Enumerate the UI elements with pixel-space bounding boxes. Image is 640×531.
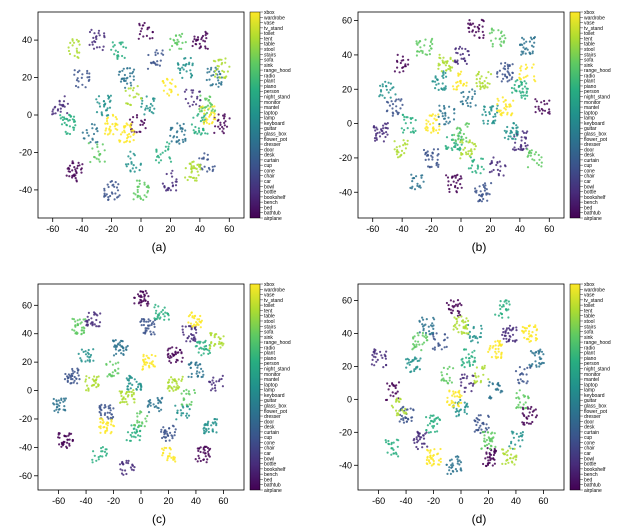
caption-a: (a): [4, 240, 314, 254]
scatter-c: -60-40-200204060-60-40-200204060xboxward…: [4, 276, 314, 512]
svg-text:40: 40: [342, 328, 352, 338]
svg-text:-40: -40: [339, 460, 352, 470]
svg-text:40: 40: [342, 50, 352, 60]
svg-text:20: 20: [22, 73, 32, 83]
svg-text:20: 20: [163, 496, 173, 506]
caption-d: (d): [324, 512, 634, 526]
svg-text:20: 20: [22, 357, 32, 367]
svg-text:40: 40: [515, 224, 525, 234]
panel-c: -60-40-200204060-60-40-200204060xboxward…: [4, 276, 314, 526]
svg-text:0: 0: [27, 110, 32, 120]
svg-text:-60: -60: [372, 496, 385, 506]
svg-text:-20: -20: [427, 496, 440, 506]
svg-text:-40: -40: [339, 187, 352, 197]
caption-c: (c): [4, 512, 314, 526]
panel-d: -60-40-200204060-40-200204060xboxwardrob…: [324, 276, 634, 526]
svg-text:-40: -40: [80, 496, 93, 506]
svg-text:40: 40: [22, 329, 32, 339]
svg-text:20: 20: [165, 224, 175, 234]
svg-text:-20: -20: [105, 224, 118, 234]
svg-text:-20: -20: [107, 496, 120, 506]
svg-text:0: 0: [347, 394, 352, 404]
svg-text:0: 0: [138, 224, 143, 234]
caption-b: (b): [324, 240, 634, 254]
svg-text:0: 0: [27, 386, 32, 396]
svg-text:0: 0: [347, 119, 352, 129]
svg-text:20: 20: [485, 224, 495, 234]
svg-text:20: 20: [342, 84, 352, 94]
svg-text:airplane: airplane: [264, 216, 282, 222]
svg-text:-40: -40: [19, 442, 32, 452]
svg-text:-40: -40: [396, 224, 409, 234]
svg-text:airplane: airplane: [264, 488, 282, 494]
svg-text:-60: -60: [366, 224, 379, 234]
svg-text:-60: -60: [46, 224, 59, 234]
svg-text:0: 0: [138, 496, 143, 506]
scatter-b: -60-40-200204060-40-200204060xboxwardrob…: [324, 4, 634, 240]
svg-text:60: 60: [224, 224, 234, 234]
svg-text:-40: -40: [76, 224, 89, 234]
svg-text:20: 20: [483, 496, 493, 506]
svg-text:60: 60: [538, 496, 548, 506]
scatter-a: -60-40-200204060-40-2002040xboxwardrobev…: [4, 4, 314, 240]
svg-text:60: 60: [342, 16, 352, 26]
svg-text:0: 0: [458, 496, 463, 506]
svg-text:60: 60: [342, 295, 352, 305]
svg-text:airplane: airplane: [584, 488, 602, 494]
svg-text:40: 40: [22, 35, 32, 45]
svg-text:20: 20: [342, 361, 352, 371]
svg-text:40: 40: [511, 496, 521, 506]
panel-b: -60-40-200204060-40-200204060xboxwardrob…: [324, 4, 634, 254]
svg-text:-20: -20: [19, 147, 32, 157]
svg-text:60: 60: [544, 224, 554, 234]
svg-text:-60: -60: [52, 496, 65, 506]
svg-text:60: 60: [22, 300, 32, 310]
svg-text:airplane: airplane: [584, 216, 602, 222]
svg-text:-20: -20: [425, 224, 438, 234]
svg-text:-20: -20: [339, 153, 352, 163]
svg-text:0: 0: [458, 224, 463, 234]
svg-text:60: 60: [218, 496, 228, 506]
scatter-d: -60-40-200204060-40-200204060xboxwardrob…: [324, 276, 634, 512]
svg-text:-20: -20: [339, 427, 352, 437]
figure: -60-40-200204060-40-2002040xboxwardrobev…: [0, 0, 640, 531]
svg-text:40: 40: [191, 496, 201, 506]
svg-text:-40: -40: [19, 185, 32, 195]
svg-text:40: 40: [195, 224, 205, 234]
svg-text:-20: -20: [19, 414, 32, 424]
svg-text:-40: -40: [400, 496, 413, 506]
svg-text:-60: -60: [19, 471, 32, 481]
panel-a: -60-40-200204060-40-2002040xboxwardrobev…: [4, 4, 314, 254]
